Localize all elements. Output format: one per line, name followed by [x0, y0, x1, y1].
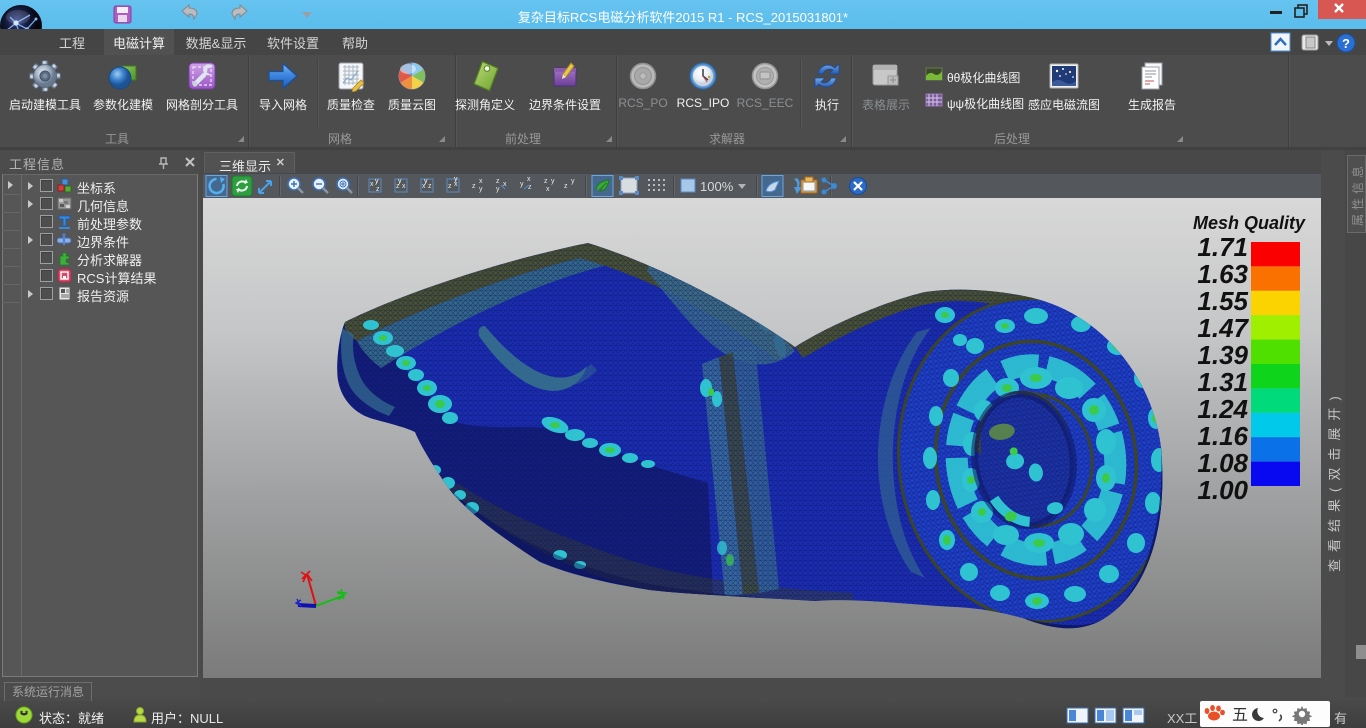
- svg-text:z: z: [376, 186, 380, 193]
- svg-text:z: z: [544, 178, 548, 185]
- svg-text:1.08: 1.08: [1197, 448, 1248, 478]
- svg-text:y: y: [479, 186, 483, 193]
- svg-text:1.47: 1.47: [1197, 313, 1249, 343]
- svg-text:y: y: [398, 178, 402, 185]
- svg-text:1.63: 1.63: [1197, 259, 1248, 289]
- svg-text:x: x: [527, 176, 531, 183]
- svg-text:z: z: [448, 183, 452, 190]
- svg-text:1.55: 1.55: [1197, 286, 1248, 316]
- svg-text:y: y: [424, 178, 428, 185]
- svg-text:z: z: [496, 178, 500, 185]
- svg-text:Mesh Quality: Mesh Quality: [1193, 213, 1306, 233]
- svg-text:1.24: 1.24: [1197, 394, 1248, 424]
- svg-text:x: x: [402, 183, 406, 190]
- svg-text:x: x: [546, 186, 550, 193]
- svg-text:1.31: 1.31: [1197, 367, 1248, 397]
- svg-text:x: x: [370, 181, 374, 188]
- svg-text:z: z: [472, 183, 476, 190]
- svg-text:1.16: 1.16: [1197, 421, 1248, 451]
- svg-text:1.39: 1.39: [1197, 340, 1248, 370]
- svg-text:z: z: [564, 183, 568, 190]
- svg-text:y: y: [454, 176, 458, 183]
- svg-text:x: x: [479, 178, 483, 185]
- svg-text:?: ?: [1342, 36, 1350, 51]
- svg-text:1.00: 1.00: [1197, 475, 1248, 505]
- svg-text:z: z: [428, 183, 432, 190]
- svg-text:1.71: 1.71: [1197, 232, 1248, 262]
- svg-text:y: y: [551, 178, 555, 185]
- svg-text:y: y: [520, 181, 524, 188]
- svg-text:y: y: [571, 178, 575, 185]
- svg-text:y: y: [375, 178, 379, 185]
- svg-text:100%: 100%: [700, 179, 734, 194]
- svg-text:y: y: [496, 186, 500, 193]
- svg-text:五: 五: [1232, 707, 1248, 724]
